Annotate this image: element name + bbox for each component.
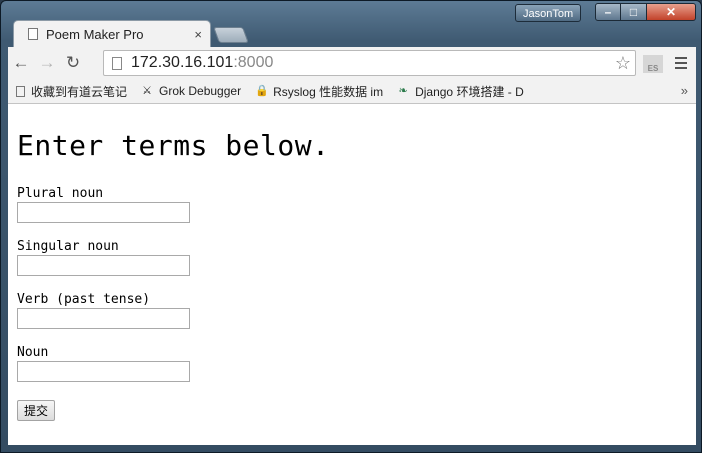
lock-icon: 🔒 bbox=[255, 85, 269, 97]
forward-button[interactable]: → bbox=[34, 50, 60, 76]
url-text[interactable]: 172.30.16.101:8000 bbox=[131, 54, 615, 72]
field-label: Singular noun bbox=[17, 239, 119, 254]
forward-arrow-icon: → bbox=[38, 53, 56, 72]
noun-input[interactable] bbox=[17, 361, 190, 382]
close-window-button[interactable]: ✕ bbox=[647, 3, 696, 21]
maximize-button[interactable]: □ bbox=[621, 3, 647, 21]
bookmark-label: Django 环境搭建 - D bbox=[415, 84, 524, 99]
bookmark-youdao[interactable]: 收藏到有道云笔记 bbox=[16, 83, 127, 100]
profile-button[interactable]: JasonTom bbox=[515, 4, 582, 22]
chrome-menu-icon[interactable] bbox=[670, 53, 692, 73]
es-extension-icon[interactable]: ES bbox=[643, 55, 663, 73]
plural-noun-input[interactable] bbox=[17, 202, 190, 223]
back-arrow-icon: ← bbox=[12, 53, 30, 72]
field-noun: Noun bbox=[17, 345, 687, 382]
bookmark-label: Grok Debugger bbox=[159, 84, 242, 98]
field-label: Verb (past tense) bbox=[17, 292, 151, 307]
bookmark-rsyslog[interactable]: 🔒 Rsyslog 性能数据 im bbox=[255, 83, 383, 100]
tab-close-icon[interactable]: × bbox=[194, 27, 202, 42]
bookmark-label: Rsyslog 性能数据 im bbox=[273, 84, 384, 99]
browser-window: JasonTom – □ ✕ Poem Maker Pro × ← → ↻ 17… bbox=[0, 0, 702, 453]
submit-button[interactable]: 提交 bbox=[17, 400, 56, 421]
bookmark-grok-debugger[interactable]: ⚔ Grok Debugger bbox=[141, 84, 241, 98]
window-controls: – □ ✕ bbox=[595, 3, 698, 23]
toolbar: ← → ↻ 172.30.16.101:8000 ☆ ES bbox=[8, 47, 696, 79]
bookmark-django[interactable]: ❧ Django 环境搭建 - D bbox=[397, 83, 524, 100]
minimize-button[interactable]: – bbox=[595, 3, 621, 21]
django-icon: ❧ bbox=[398, 85, 408, 97]
page-icon bbox=[16, 85, 25, 97]
new-tab-button[interactable] bbox=[213, 27, 249, 43]
singular-noun-input[interactable] bbox=[17, 255, 190, 276]
page-content: Enter terms below. Plural noun Singular … bbox=[8, 129, 696, 421]
field-plural-noun: Plural noun bbox=[17, 186, 687, 223]
bookmark-star-icon[interactable]: ☆ bbox=[615, 53, 631, 74]
field-singular-noun: Singular noun bbox=[17, 239, 687, 276]
bookmarks-overflow-icon[interactable]: » bbox=[681, 83, 688, 98]
reload-icon: ↻ bbox=[65, 53, 81, 72]
page-heading: Enter terms below. bbox=[17, 129, 330, 162]
address-bar[interactable]: 172.30.16.101:8000 ☆ bbox=[103, 50, 636, 76]
url-host: 172.30.16.101 bbox=[131, 54, 234, 71]
bookmark-label: 收藏到有道云笔记 bbox=[31, 84, 128, 99]
field-label: Noun bbox=[17, 345, 49, 360]
back-button[interactable]: ← bbox=[8, 50, 34, 76]
minimize-icon: – bbox=[604, 5, 612, 19]
page-viewport: Enter terms below. Plural noun Singular … bbox=[8, 104, 696, 445]
verb-past-tense-input[interactable] bbox=[17, 308, 190, 329]
page-icon bbox=[28, 28, 38, 40]
bookmarks-bar: 收藏到有道云笔记 ⚔ Grok Debugger 🔒 Rsyslog 性能数据 … bbox=[8, 79, 696, 104]
close-icon: ✕ bbox=[665, 5, 677, 19]
field-verb-past-tense: Verb (past tense) bbox=[17, 292, 687, 329]
tab-poem-maker-pro[interactable]: Poem Maker Pro × bbox=[13, 20, 211, 47]
tab-title: Poem Maker Pro bbox=[46, 26, 144, 42]
field-label: Plural noun bbox=[17, 186, 104, 201]
grok-icon: ⚔ bbox=[142, 85, 152, 97]
maximize-icon: □ bbox=[629, 5, 638, 19]
page-icon bbox=[112, 56, 122, 70]
reload-button[interactable]: ↻ bbox=[60, 50, 86, 76]
url-port: :8000 bbox=[233, 54, 274, 71]
